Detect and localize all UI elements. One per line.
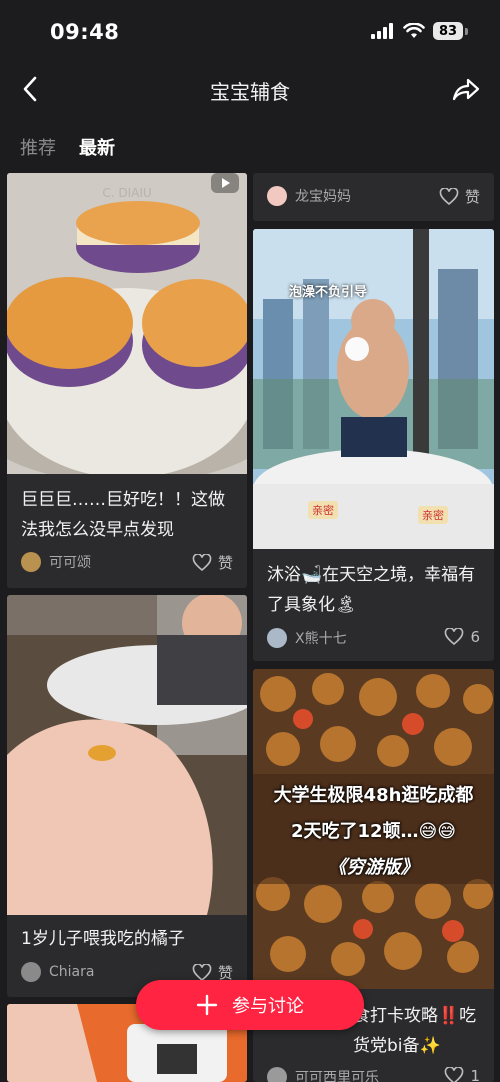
svg-text:C. DIAIU: C. DIAIU (102, 186, 151, 200)
like-button[interactable]: 赞 (192, 552, 233, 573)
post-image (7, 595, 247, 915)
battery-icon: 83 (433, 22, 463, 40)
heart-icon (445, 628, 464, 646)
image-caption: 2天吃了12顿…😅😅 (290, 821, 457, 842)
author-name: Chiara (49, 964, 95, 980)
share-icon (452, 78, 480, 101)
cta-label: 参与讨论 (232, 996, 304, 1017)
like-button[interactable]: 1 (444, 1067, 480, 1082)
like-count: 赞 (217, 554, 233, 572)
post-author[interactable]: 可可颂 (21, 552, 91, 572)
post-title: 巨巨巨……巨好吃！！这做法我怎么没早点发现 (21, 490, 225, 540)
avatar (267, 1067, 287, 1082)
post-author[interactable]: X熊十七 (267, 628, 347, 648)
tab-latest[interactable]: 最新 (79, 134, 115, 160)
heart-icon (439, 187, 459, 205)
image-caption: 大学生极限48h逛吃成都 (273, 785, 474, 806)
post-author[interactable]: Chiara (21, 962, 94, 982)
post-image: 泡澡不负引导 亲密 亲密 (253, 229, 494, 549)
post-card[interactable]: 泡澡不负引导 亲密 亲密 沐浴🛁在天空之境，幸福有了具象化🏝 X熊十七 6 (253, 229, 494, 661)
avatar (21, 552, 41, 572)
page-title: 宝宝辅食 (210, 80, 290, 104)
battery-tip (465, 27, 468, 35)
like-button[interactable]: 赞 (439, 186, 480, 207)
post-card[interactable]: C. DIAIU 巨巨巨……巨好吃！！这做法我怎么没早点发现 可可颂 赞 (7, 173, 247, 588)
tab-recommended[interactable]: 推荐 (20, 134, 56, 160)
share-button[interactable] (448, 72, 482, 106)
post-title: 沐浴🛁在天空之境，幸福有了具象化🏝 (267, 565, 476, 615)
status-icons: 83 (371, 22, 468, 40)
author-name: 可可颂 (49, 555, 91, 571)
image-sticker: 亲密 (418, 506, 448, 524)
plus-icon (196, 994, 218, 1016)
image-caption: 泡澡不负引导 (289, 285, 368, 300)
avatar (267, 186, 287, 206)
heart-icon (445, 1067, 464, 1082)
status-time: 09:48 (50, 20, 120, 44)
post-title: 食打卡攻略‼️吃货党bi备✨ (353, 1006, 477, 1056)
image-caption: 《穷游版》 (328, 857, 419, 878)
post-author[interactable]: 龙宝妈妈 (267, 186, 351, 206)
like-button[interactable]: 6 (444, 628, 480, 646)
post-card[interactable]: 1岁儿子喂我吃的橘子 Chiara 赞 (7, 595, 247, 997)
like-count: 赞 (464, 188, 480, 206)
author-name: 可可西里可乐 (295, 1070, 379, 1082)
heart-icon (192, 963, 212, 981)
like-count: 6 (470, 628, 480, 646)
image-sticker: 亲密 (308, 501, 338, 519)
author-name: 龙宝妈妈 (295, 189, 351, 205)
battery-level: 83 (438, 23, 458, 39)
post-image: C. DIAIU (7, 173, 247, 474)
avatar (267, 628, 287, 648)
author-name: X熊十七 (295, 631, 347, 647)
post-card[interactable]: 龙宝妈妈 赞 (253, 173, 494, 221)
post-author[interactable]: 可可西里可乐 (267, 1067, 379, 1082)
wifi-icon (403, 23, 425, 38)
heart-icon (192, 553, 212, 571)
post-title: 1岁儿子喂我吃的橘子 (21, 929, 185, 949)
post-image: 大学生极限48h逛吃成都 2天吃了12顿…😅😅 《穷游版》 (253, 669, 494, 989)
avatar (21, 962, 41, 982)
like-count: 1 (470, 1067, 480, 1082)
play-icon (211, 173, 239, 193)
join-discussion-button[interactable]: 参与讨论 (136, 980, 364, 1030)
signal-icon (371, 23, 393, 39)
